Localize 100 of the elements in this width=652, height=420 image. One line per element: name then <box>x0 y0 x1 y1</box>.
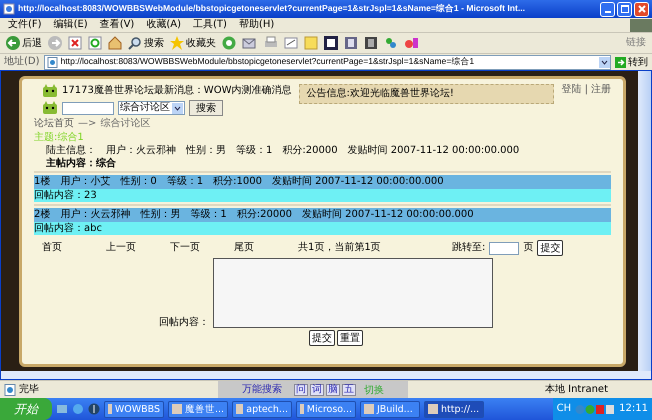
taskbar-button[interactable]: http://... <box>424 400 484 418</box>
search-button[interactable]: 搜索 <box>128 36 164 50</box>
go-button[interactable]: 转到 <box>615 55 648 69</box>
pagination-link[interactable]: 首页 <box>42 242 102 254</box>
note-icon[interactable] <box>304 36 318 50</box>
reset-button[interactable]: 重置 <box>337 330 363 346</box>
breadcrumb-arrow: —> <box>78 118 96 130</box>
arrow-icon <box>615 56 626 68</box>
post-field: 发贴时间 2007-11-12 00:00:00.000 <box>272 176 444 188</box>
stop-icon[interactable] <box>68 36 82 50</box>
dropdown-icon[interactable] <box>172 102 183 114</box>
post-field: 积分:20000 <box>282 145 338 156</box>
post-field: 发贴时间 2007-11-12 00:00:00.000 <box>348 145 520 156</box>
window-icon <box>300 404 304 414</box>
link-separator: | <box>584 84 588 96</box>
window-icon <box>172 404 182 414</box>
mail-icon[interactable] <box>242 36 258 50</box>
dropdown-icon[interactable] <box>599 56 610 68</box>
back-arrow-icon <box>6 36 20 50</box>
ime-key[interactable]: 词 <box>310 384 324 396</box>
post-field: 性别：0 <box>120 176 157 188</box>
post-field: 用户：小艾 <box>60 176 110 188</box>
close-button[interactable] <box>634 2 649 16</box>
refresh-icon[interactable] <box>88 36 102 50</box>
ime-key[interactable]: 五 <box>342 384 356 396</box>
links-label[interactable]: 链接 <box>626 37 652 49</box>
reply-content: 回帖内容：23 <box>34 188 611 202</box>
post-field: 等级：1 <box>190 209 227 220</box>
translate-icon[interactable] <box>404 36 420 50</box>
floor-number: 2楼 <box>34 209 50 220</box>
main-post-content: 主帖内容：综合 <box>46 158 117 169</box>
post-field: 积分:1000 <box>213 176 262 188</box>
clock: 12:11 <box>619 403 648 415</box>
frame-icon[interactable] <box>324 36 338 50</box>
address-field[interactable]: http://localhost:8083/WOWBBSWebModule/bbstopicgetoneservlet?currentPage=1&strJspl=1&sName=综合1 <box>44 54 611 70</box>
post-field: 发贴时间 2007-11-12 00:00:00.000 <box>302 209 474 220</box>
page-number-input[interactable] <box>489 242 520 254</box>
print-icon[interactable] <box>264 36 278 50</box>
taskbar-button[interactable]: Microso... <box>296 400 356 418</box>
window-icon <box>236 404 244 414</box>
breadcrumb-link[interactable]: 论坛首页 <box>34 118 74 130</box>
edit-icon[interactable] <box>284 36 298 50</box>
desktop-icon[interactable] <box>56 403 68 415</box>
media-icon[interactable] <box>222 36 236 50</box>
horizontal-scrollbar[interactable] <box>1 371 651 379</box>
messenger-icon[interactable] <box>384 36 398 50</box>
jump-label: 跳转至: <box>452 242 486 254</box>
post-field: 等级：1 <box>166 176 204 188</box>
favorites-button[interactable]: 收藏夹 <box>170 36 216 50</box>
vertical-scrollbar[interactable] <box>638 71 651 371</box>
book-icon[interactable] <box>344 36 358 50</box>
jump-submit-button[interactable]: 提交 <box>537 240 564 256</box>
post-field: 性别：男 <box>186 145 226 156</box>
ime-key[interactable]: 问 <box>294 384 308 396</box>
taskbar-button[interactable]: aptech... <box>232 400 292 418</box>
pagination-link[interactable]: 上一页 <box>106 242 166 254</box>
menu-item[interactable]: 文件(F) <box>8 19 42 31</box>
ime-key[interactable]: 脑 <box>326 384 340 396</box>
home-icon[interactable] <box>108 36 122 50</box>
search-button[interactable]: 搜索 <box>189 100 223 116</box>
register-link[interactable]: 注册 <box>591 84 611 96</box>
maximize-button[interactable] <box>617 2 632 16</box>
browser-page-icon <box>3 3 15 15</box>
pagination-link[interactable]: 尾页 <box>234 242 294 254</box>
status-text: 完毕 <box>19 384 39 396</box>
menu-item[interactable]: 工具(T) <box>193 19 227 31</box>
taskbar-button[interactable]: WOWBBS <box>104 400 164 418</box>
film-icon[interactable] <box>364 36 378 50</box>
page-icon <box>46 56 58 68</box>
tray-icons-drawing[interactable] <box>575 404 616 414</box>
minimize-button[interactable] <box>600 2 615 16</box>
menu-item[interactable]: 编辑(E) <box>54 19 88 31</box>
login-link[interactable]: 登陆 <box>562 84 582 96</box>
ime-title[interactable]: 万能搜索 <box>242 384 282 396</box>
pagination-link[interactable]: 下一页 <box>170 242 230 254</box>
taskbar-button[interactable]: 魔兽世... <box>168 400 228 418</box>
reply-content: 回帖内容：abc <box>34 222 611 235</box>
search-input[interactable] <box>62 102 114 114</box>
host-label: 陆主信息： <box>46 145 96 156</box>
forum-select[interactable]: 综合讨论区 <box>118 101 185 115</box>
post-field: 性别：男 <box>140 209 180 220</box>
floor-number: 1楼 <box>34 176 50 188</box>
cat-face-icon <box>42 84 58 98</box>
maximize-icon <box>620 5 628 13</box>
menu-item[interactable]: 帮助(H) <box>238 19 274 31</box>
star-icon <box>170 36 184 50</box>
shield-icon[interactable] <box>88 403 100 415</box>
taskbar-button[interactable]: JBuild... <box>360 400 420 418</box>
back-button[interactable]: 后退 <box>6 36 42 50</box>
breadcrumb-current: 综合讨论区 <box>100 118 150 130</box>
zone-text: 本地 Intranet <box>544 384 609 396</box>
post-field: 积分:20000 <box>236 209 292 220</box>
window-icon <box>108 404 112 414</box>
menu-item[interactable]: 查看(V) <box>100 19 134 31</box>
window-icon <box>428 404 438 414</box>
reply-textarea[interactable] <box>213 258 493 328</box>
menu-item[interactable]: 收藏(A) <box>146 19 181 31</box>
submit-button[interactable]: 提交 <box>309 330 335 346</box>
notice-banner: 公告信息:欢迎光临魔兽世界论坛! <box>299 84 554 104</box>
post-field: 用户：火云邪神 <box>60 209 130 220</box>
